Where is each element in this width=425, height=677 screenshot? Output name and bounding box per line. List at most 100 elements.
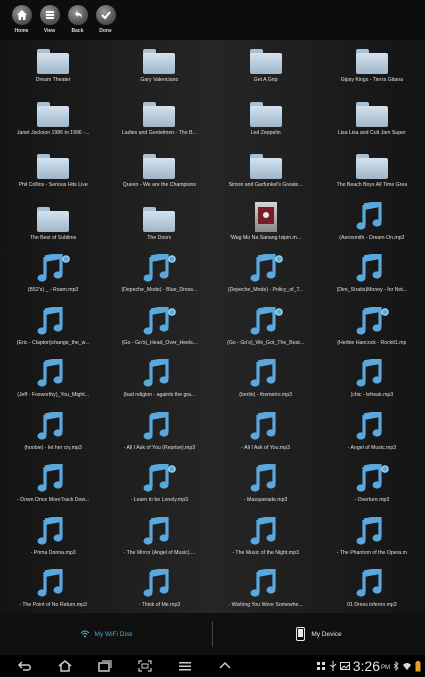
done-label: Done	[99, 28, 112, 34]
back-button[interactable]: Back	[64, 5, 91, 34]
item-name: The Beach Boys All Time Grea	[336, 182, 408, 188]
file-item[interactable]: - Down Once MoreTrack Dow...	[0, 460, 106, 513]
music-note-icon	[249, 410, 283, 442]
folder-item[interactable]: Get A Grip	[213, 40, 319, 93]
nav-recent-apps-button[interactable]	[90, 655, 120, 677]
back-label: Back	[71, 28, 84, 34]
file-item[interactable]: (Eric - Clapton)change_the_w...	[0, 303, 106, 356]
home-label: Home	[14, 28, 29, 34]
folder-item[interactable]: Gary Valenciano	[106, 40, 212, 93]
tab-my-wifi-disk[interactable]: My WiFi Disk	[0, 613, 212, 655]
item-name: Queen - We are the Champions	[122, 182, 196, 188]
checkmark-icon	[95, 5, 116, 25]
file-item[interactable]: (Go - Go's)_We_Got_The_Beat...	[213, 303, 319, 356]
folder-item[interactable]: Phil Collins - Serious Hits Live	[0, 145, 106, 198]
folder-item[interactable]: Led Zeppelin	[213, 93, 319, 146]
folder-item[interactable]: Lisa Lisa and Cult Jam Super	[319, 93, 425, 146]
folder-item[interactable]: The Doors	[106, 198, 212, 251]
bottom-tab-bar: My WiFi Disk My Device	[0, 613, 425, 655]
tab-my-wifi-disk-label: My WiFi Disk	[94, 630, 133, 638]
folder-item[interactable]: Janet Jackson 1986 to 1996 -...	[0, 93, 106, 146]
folder-item[interactable]: Simon and Garfunkel's Greate...	[213, 145, 319, 198]
item-name: (bad religion - againts the gra...	[123, 392, 196, 398]
file-item[interactable]: (Jeff - Foxworthy)_You_Might...	[0, 355, 106, 408]
file-item[interactable]: (Aerosmith - Dream On.mp3	[319, 198, 425, 251]
file-item[interactable]: (Dire_Straits)Money - for Not...	[319, 250, 425, 303]
folder-icon	[37, 200, 70, 232]
file-item[interactable]: - Masquerade.mp3	[213, 460, 319, 513]
folder-icon	[249, 147, 282, 179]
nav-menu-button[interactable]	[170, 655, 200, 677]
file-item[interactable]: - Think of Me.mp3	[106, 565, 212, 613]
item-name: Simon and Garfunkel's Greate...	[228, 182, 303, 188]
music-note-icon	[36, 410, 70, 442]
file-item[interactable]: - Prima Donna.mp3	[0, 513, 106, 566]
file-item[interactable]: (bad religion - againts the gra...	[106, 355, 212, 408]
chevron-up-icon	[219, 661, 231, 669]
nav-up-button[interactable]	[210, 655, 240, 677]
folder-icon	[37, 147, 70, 179]
item-name: (Go - Go's)_We_Got_The_Beat...	[227, 339, 305, 346]
folder-icon	[143, 95, 176, 127]
folder-item[interactable]: Dream Theater	[0, 40, 106, 93]
folder-item[interactable]: The Best of Sublime	[0, 198, 106, 251]
file-item[interactable]: (B52's) _ - Roam.mp3	[0, 250, 106, 303]
album-art-icon	[254, 200, 277, 232]
tab-my-device-label: My Device	[311, 630, 342, 638]
file-item[interactable]: (hoobie) - let her cry.mp3	[0, 408, 106, 461]
file-item[interactable]: - Learn to be Lonely.mp3	[106, 460, 212, 513]
file-item[interactable]: - The Music of the Night.mp3	[213, 513, 319, 566]
file-item[interactable]: (chic - lefreak.mp3	[319, 355, 425, 408]
file-item[interactable]: - The Point of No Return.mp3	[0, 565, 106, 613]
folder-icon	[249, 95, 282, 127]
file-item[interactable]: (berlin) - themetro.mp3	[213, 355, 319, 408]
music-note-icon	[36, 515, 70, 547]
folder-icon	[37, 95, 70, 127]
file-item[interactable]: - Wishing You Were Somewhe...	[213, 565, 319, 613]
screenshot-icon	[138, 660, 152, 672]
file-item[interactable]: (Depeche_Mode) - Policy_of_T...	[213, 250, 319, 303]
item-name: (hoobie) - let her cry.mp3	[24, 444, 82, 451]
top-toolbar: Home View Back Done	[0, 0, 425, 40]
item-name: - Overture.mp3	[354, 497, 390, 503]
folder-item[interactable]: The Beach Boys All Time Grea	[319, 145, 425, 198]
file-item[interactable]: 01 Dress inferno.mp3	[319, 565, 425, 613]
file-item[interactable]: - Overture.mp3	[319, 460, 425, 513]
nav-screenshot-button[interactable]	[130, 655, 160, 677]
wifi-icon	[403, 663, 411, 670]
folder-icon	[143, 147, 176, 179]
folder-item[interactable]: Gipsy Kings - Tierra Gitana	[319, 40, 425, 93]
file-item[interactable]: - The Mirror (Angel of Music)....	[106, 513, 212, 566]
file-item[interactable]: 'Wag Mo Na Sanang Isipin.m...	[213, 198, 319, 251]
file-item[interactable]: - Angel of Music.mp3	[319, 408, 425, 461]
item-name: Lisa Lisa and Cult Jam Super	[337, 129, 406, 136]
music-note-icon	[249, 567, 283, 599]
music-note-badge-icon	[142, 305, 177, 337]
file-item[interactable]: - The Phantom of the Opera.m	[319, 513, 425, 566]
nav-home-button[interactable]	[50, 655, 80, 677]
item-name: - The Point of No Return.mp3	[19, 602, 87, 608]
home-button[interactable]: Home	[8, 5, 35, 34]
tab-my-device[interactable]: My Device	[213, 613, 425, 655]
folder-item[interactable]: Queen - We are the Champions	[106, 145, 212, 198]
view-button[interactable]: View	[36, 5, 63, 34]
file-item[interactable]: (Herbie Hancock - Rockit1.mp	[319, 303, 425, 356]
file-item[interactable]: (Go - Go's)_Head_Over_Heels...	[106, 303, 212, 356]
file-item[interactable]: - All I Ask of You (Reprise).mp3	[106, 408, 212, 461]
file-item[interactable]: - All I Ask of You.mp3	[213, 408, 319, 461]
music-note-badge-icon	[36, 252, 70, 284]
status-area: 3:26 PM	[316, 655, 421, 677]
bluetooth-icon	[393, 661, 399, 671]
done-button[interactable]: Done	[92, 5, 119, 34]
item-name: (Aerosmith - Dream On.mp3	[339, 234, 405, 241]
folder-item[interactable]: Ladies and Gentelmen - The B...	[106, 93, 212, 146]
item-name: - All I Ask of You.mp3	[241, 444, 290, 451]
folder-icon	[355, 147, 388, 179]
music-note-badge-icon	[249, 252, 283, 284]
music-note-icon	[142, 357, 176, 389]
nav-back-button[interactable]	[10, 655, 40, 677]
item-name: (Eric - Clapton)change_the_w...	[16, 339, 90, 346]
nav-home-icon	[58, 660, 72, 672]
item-name: 'Wag Mo Na Sanang Isipin.m...	[230, 234, 302, 241]
file-item[interactable]: (Depeche_Mode) - Blue_Dress...	[106, 250, 212, 303]
